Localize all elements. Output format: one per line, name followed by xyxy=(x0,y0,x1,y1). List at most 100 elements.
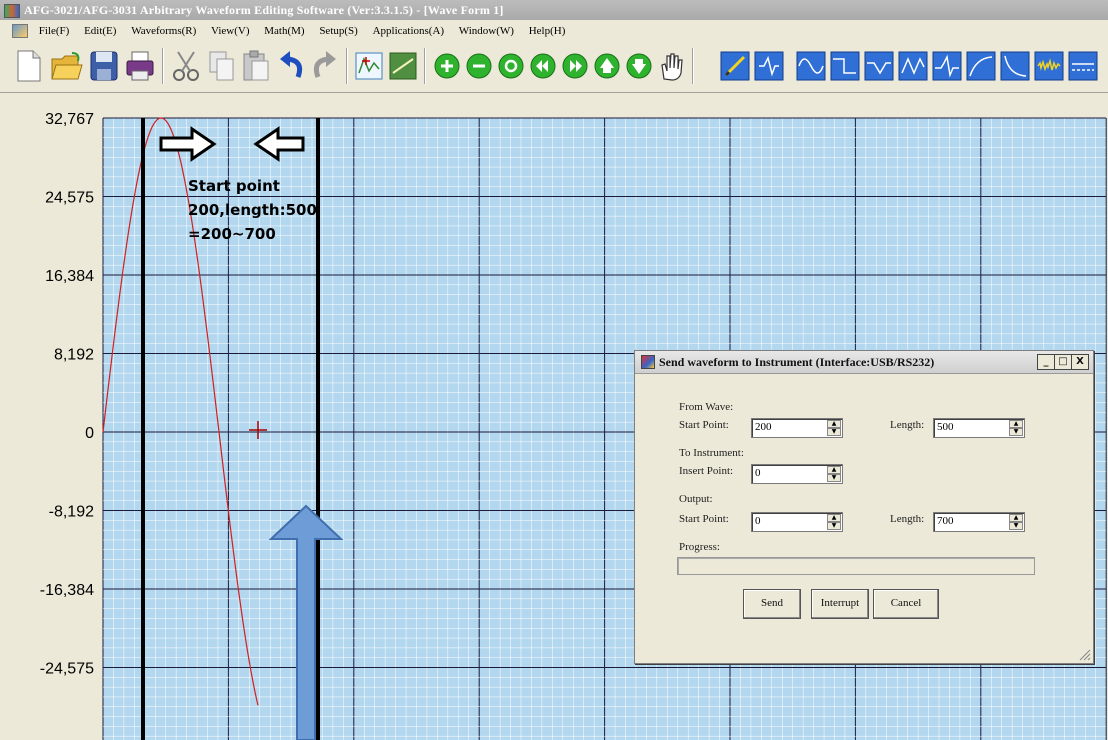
spin-up-icon[interactable]: ▲ xyxy=(827,420,841,428)
y-tick-label: -16,384 xyxy=(40,582,94,599)
output-start-input[interactable] xyxy=(755,514,823,528)
noise-icon[interactable] xyxy=(1034,49,1064,83)
scroll-left-icon[interactable] xyxy=(528,49,558,83)
progress-label: Progress: xyxy=(679,541,720,553)
toolbar-separator xyxy=(424,48,426,84)
zoom-fit-icon[interactable] xyxy=(496,49,526,83)
window-title: AFG-3021/AFG-3031 Arbitrary Waveform Edi… xyxy=(24,3,504,17)
insert-point-label: Insert Point: xyxy=(679,465,734,477)
spin-down-icon[interactable]: ▼ xyxy=(827,428,841,436)
scroll-right-icon[interactable] xyxy=(560,49,590,83)
sinc-wave-icon[interactable] xyxy=(932,49,962,83)
menu-setup[interactable]: Setup(S) xyxy=(313,20,364,42)
cancel-button[interactable]: Cancel xyxy=(873,589,939,619)
annotation-line-1: Start point xyxy=(188,177,280,195)
y-tick-label: 24,575 xyxy=(45,190,94,207)
insert-point-spinner[interactable]: ▲▼ xyxy=(751,464,843,484)
exp-rise-icon[interactable] xyxy=(966,49,996,83)
waveform-editor[interactable]: 32,767 24,575 16,384 8,192 0 -8,192 -16,384 -24… xyxy=(0,93,1108,740)
y-tick-label: 16,384 xyxy=(45,268,94,285)
spin-down-icon[interactable]: ▼ xyxy=(1009,428,1023,436)
start-point-spinner[interactable]: ▲▼ xyxy=(751,418,843,438)
toolbar-separator xyxy=(346,48,348,84)
sine-wave-icon[interactable] xyxy=(796,49,826,83)
menu-help[interactable]: Help(H) xyxy=(523,20,572,42)
start-point-label: Start Point: xyxy=(679,419,729,431)
freehand-draw-icon[interactable] xyxy=(720,49,750,83)
scroll-up-icon[interactable] xyxy=(592,49,622,83)
cut-icon[interactable] xyxy=(170,49,202,83)
redo-icon[interactable] xyxy=(310,49,340,83)
annotation-line-2: 200,length:500 xyxy=(188,201,317,219)
dialog-title-bar[interactable]: Send waveform to Instrument (Interface:U… xyxy=(635,351,1093,374)
dialog-title: Send waveform to Instrument (Interface:U… xyxy=(659,355,935,369)
hand-pan-icon[interactable] xyxy=(656,49,686,83)
menu-window[interactable]: Window(W) xyxy=(453,20,520,42)
spin-up-icon[interactable]: ▲ xyxy=(1009,420,1023,428)
toolbar-separator xyxy=(162,48,164,84)
spin-down-icon[interactable]: ▼ xyxy=(1009,522,1023,530)
output-length-label: Length: xyxy=(890,513,925,525)
zoom-in-icon[interactable] xyxy=(432,49,462,83)
y-tick-label: 0 xyxy=(85,425,94,442)
menu-file[interactable]: File(F) xyxy=(33,20,76,42)
dialog-app-icon xyxy=(641,355,655,369)
toolbar xyxy=(0,42,1108,93)
send-waveform-dialog: Send waveform to Instrument (Interface:U… xyxy=(634,350,1094,664)
y-tick-label: 32,767 xyxy=(45,111,94,128)
resize-grip-icon[interactable] xyxy=(1079,649,1091,661)
minimize-button[interactable]: _ xyxy=(1037,354,1055,370)
square-wave-icon[interactable] xyxy=(830,49,860,83)
dc-icon[interactable] xyxy=(1068,49,1098,83)
spin-down-icon[interactable]: ▼ xyxy=(827,474,841,482)
length-label: Length: xyxy=(890,419,925,431)
from-wave-label: From Wave: xyxy=(679,401,734,413)
spin-up-icon[interactable]: ▲ xyxy=(827,514,841,522)
y-tick-label: -24,575 xyxy=(40,661,94,678)
line-edit-icon[interactable] xyxy=(388,49,418,83)
open-folder-icon[interactable] xyxy=(50,49,84,83)
y-tick-label: -8,192 xyxy=(49,504,94,521)
menu-applications[interactable]: Applications(A) xyxy=(367,20,450,42)
toolbar-separator xyxy=(692,48,694,84)
output-start-spinner[interactable]: ▲▼ xyxy=(751,512,843,532)
output-label: Output: xyxy=(679,493,713,505)
progress-bar xyxy=(677,557,1035,575)
insert-point-input[interactable] xyxy=(755,466,823,480)
send-button[interactable]: Send xyxy=(743,589,801,619)
menu-bar: File(F) Edit(E) Waveforms(R) View(V) Mat… xyxy=(0,20,1108,42)
annotation-line-3: =200~700 xyxy=(188,225,276,243)
output-length-input[interactable] xyxy=(937,514,1005,528)
spin-down-icon[interactable]: ▼ xyxy=(827,522,841,530)
interrupt-button[interactable]: Interrupt xyxy=(811,589,869,619)
spin-up-icon[interactable]: ▲ xyxy=(1009,514,1023,522)
new-icon[interactable] xyxy=(14,49,44,83)
point-edit-icon[interactable] xyxy=(354,49,384,83)
triangle-wave-icon[interactable] xyxy=(864,49,894,83)
ramp-wave-icon[interactable] xyxy=(898,49,928,83)
spin-up-icon[interactable]: ▲ xyxy=(827,466,841,474)
pulse-draw-icon[interactable] xyxy=(754,49,784,83)
undo-icon[interactable] xyxy=(276,49,306,83)
zoom-out-icon[interactable] xyxy=(464,49,494,83)
close-button[interactable]: X xyxy=(1071,354,1089,370)
output-length-spinner[interactable]: ▲▼ xyxy=(933,512,1025,532)
app-icon xyxy=(4,4,20,18)
menu-waveforms[interactable]: Waveforms(R) xyxy=(125,20,202,42)
menu-edit[interactable]: Edit(E) xyxy=(78,20,122,42)
copy-icon[interactable] xyxy=(206,49,238,83)
length-spinner[interactable]: ▲▼ xyxy=(933,418,1025,438)
save-icon[interactable] xyxy=(88,49,120,83)
length-input[interactable] xyxy=(937,420,1005,434)
scroll-down-icon[interactable] xyxy=(624,49,654,83)
to-instrument-label: To Instrument: xyxy=(679,447,744,459)
y-axis: 32,767 24,575 16,384 8,192 0 -8,192 -16,384 -24… xyxy=(40,111,94,740)
paste-icon[interactable] xyxy=(240,49,272,83)
menu-math[interactable]: Math(M) xyxy=(258,20,310,42)
document-icon[interactable] xyxy=(12,24,28,39)
exp-decay-icon[interactable] xyxy=(1000,49,1030,83)
start-point-input[interactable] xyxy=(755,420,823,434)
maximize-button[interactable]: □ xyxy=(1054,354,1072,370)
print-icon[interactable] xyxy=(124,49,156,83)
menu-view[interactable]: View(V) xyxy=(205,20,255,42)
